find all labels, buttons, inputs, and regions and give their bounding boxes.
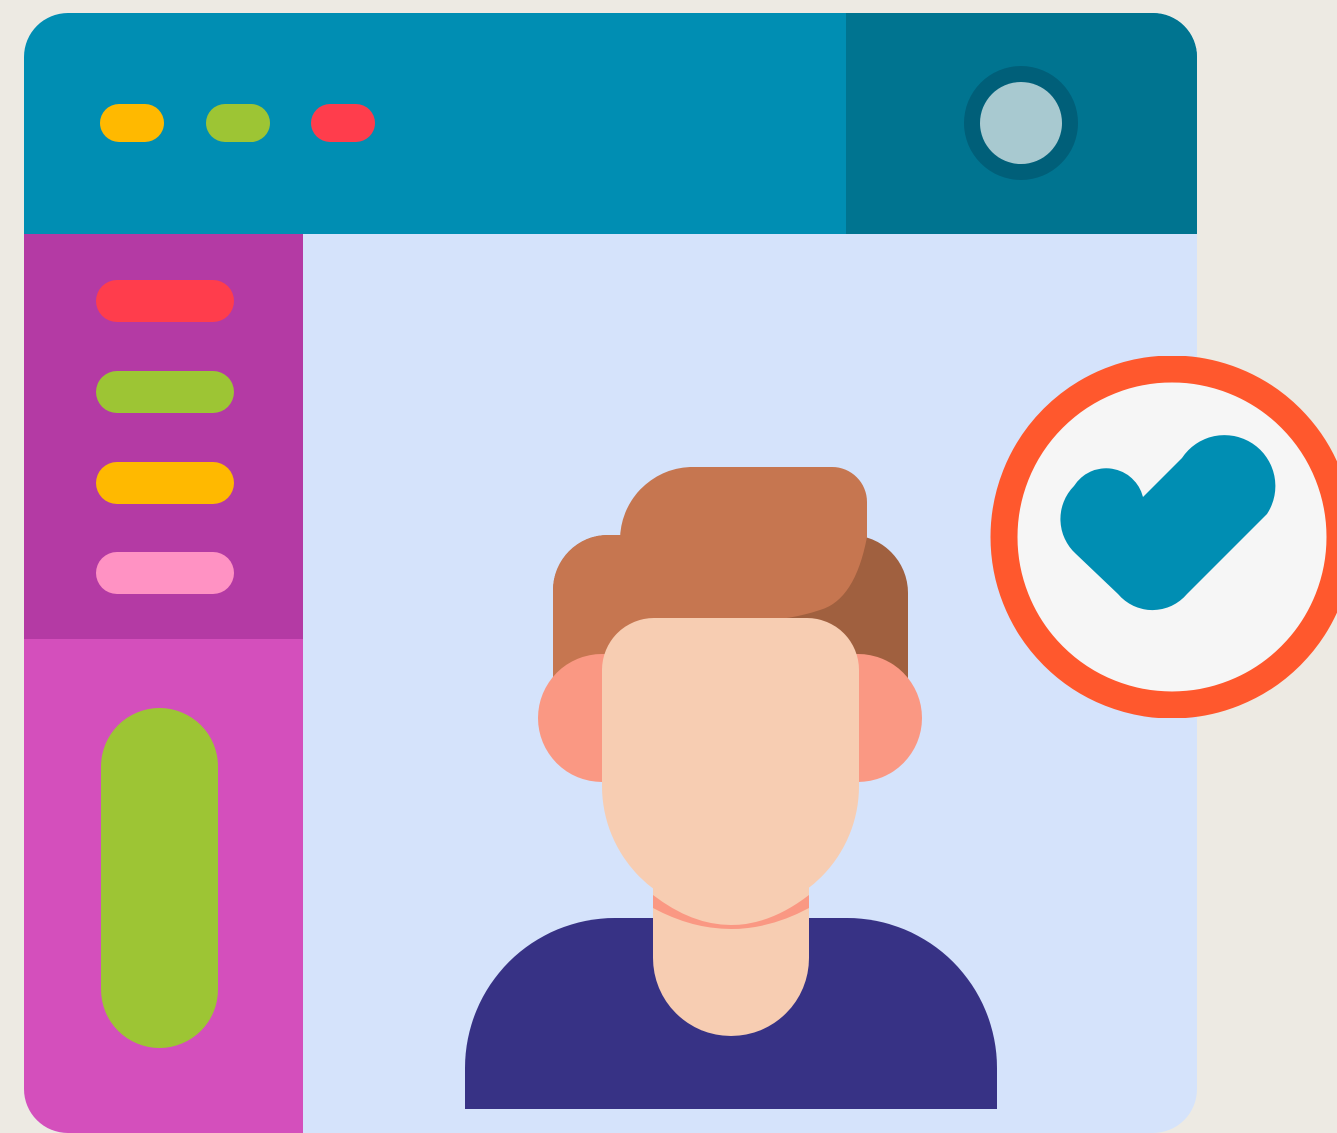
verified-badge [990, 356, 1337, 718]
avatar-face [602, 618, 859, 915]
avatar-hair [620, 467, 867, 620]
